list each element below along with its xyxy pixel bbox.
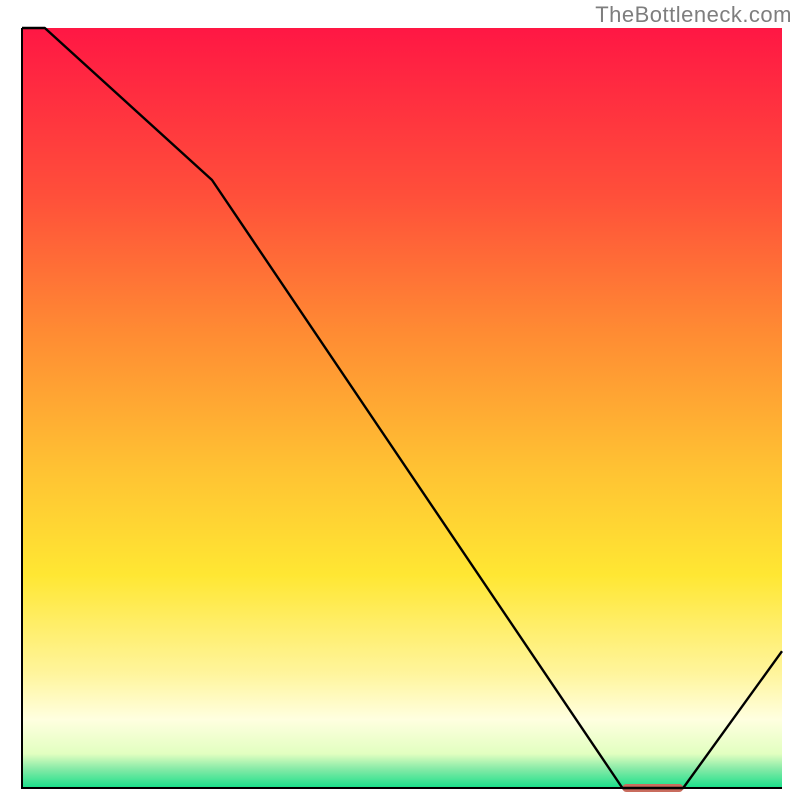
chart-frame: TheBottleneck.com	[0, 0, 800, 800]
plot-background	[22, 28, 782, 788]
watermark-text: TheBottleneck.com	[595, 2, 792, 28]
bottleneck-chart	[0, 0, 800, 800]
